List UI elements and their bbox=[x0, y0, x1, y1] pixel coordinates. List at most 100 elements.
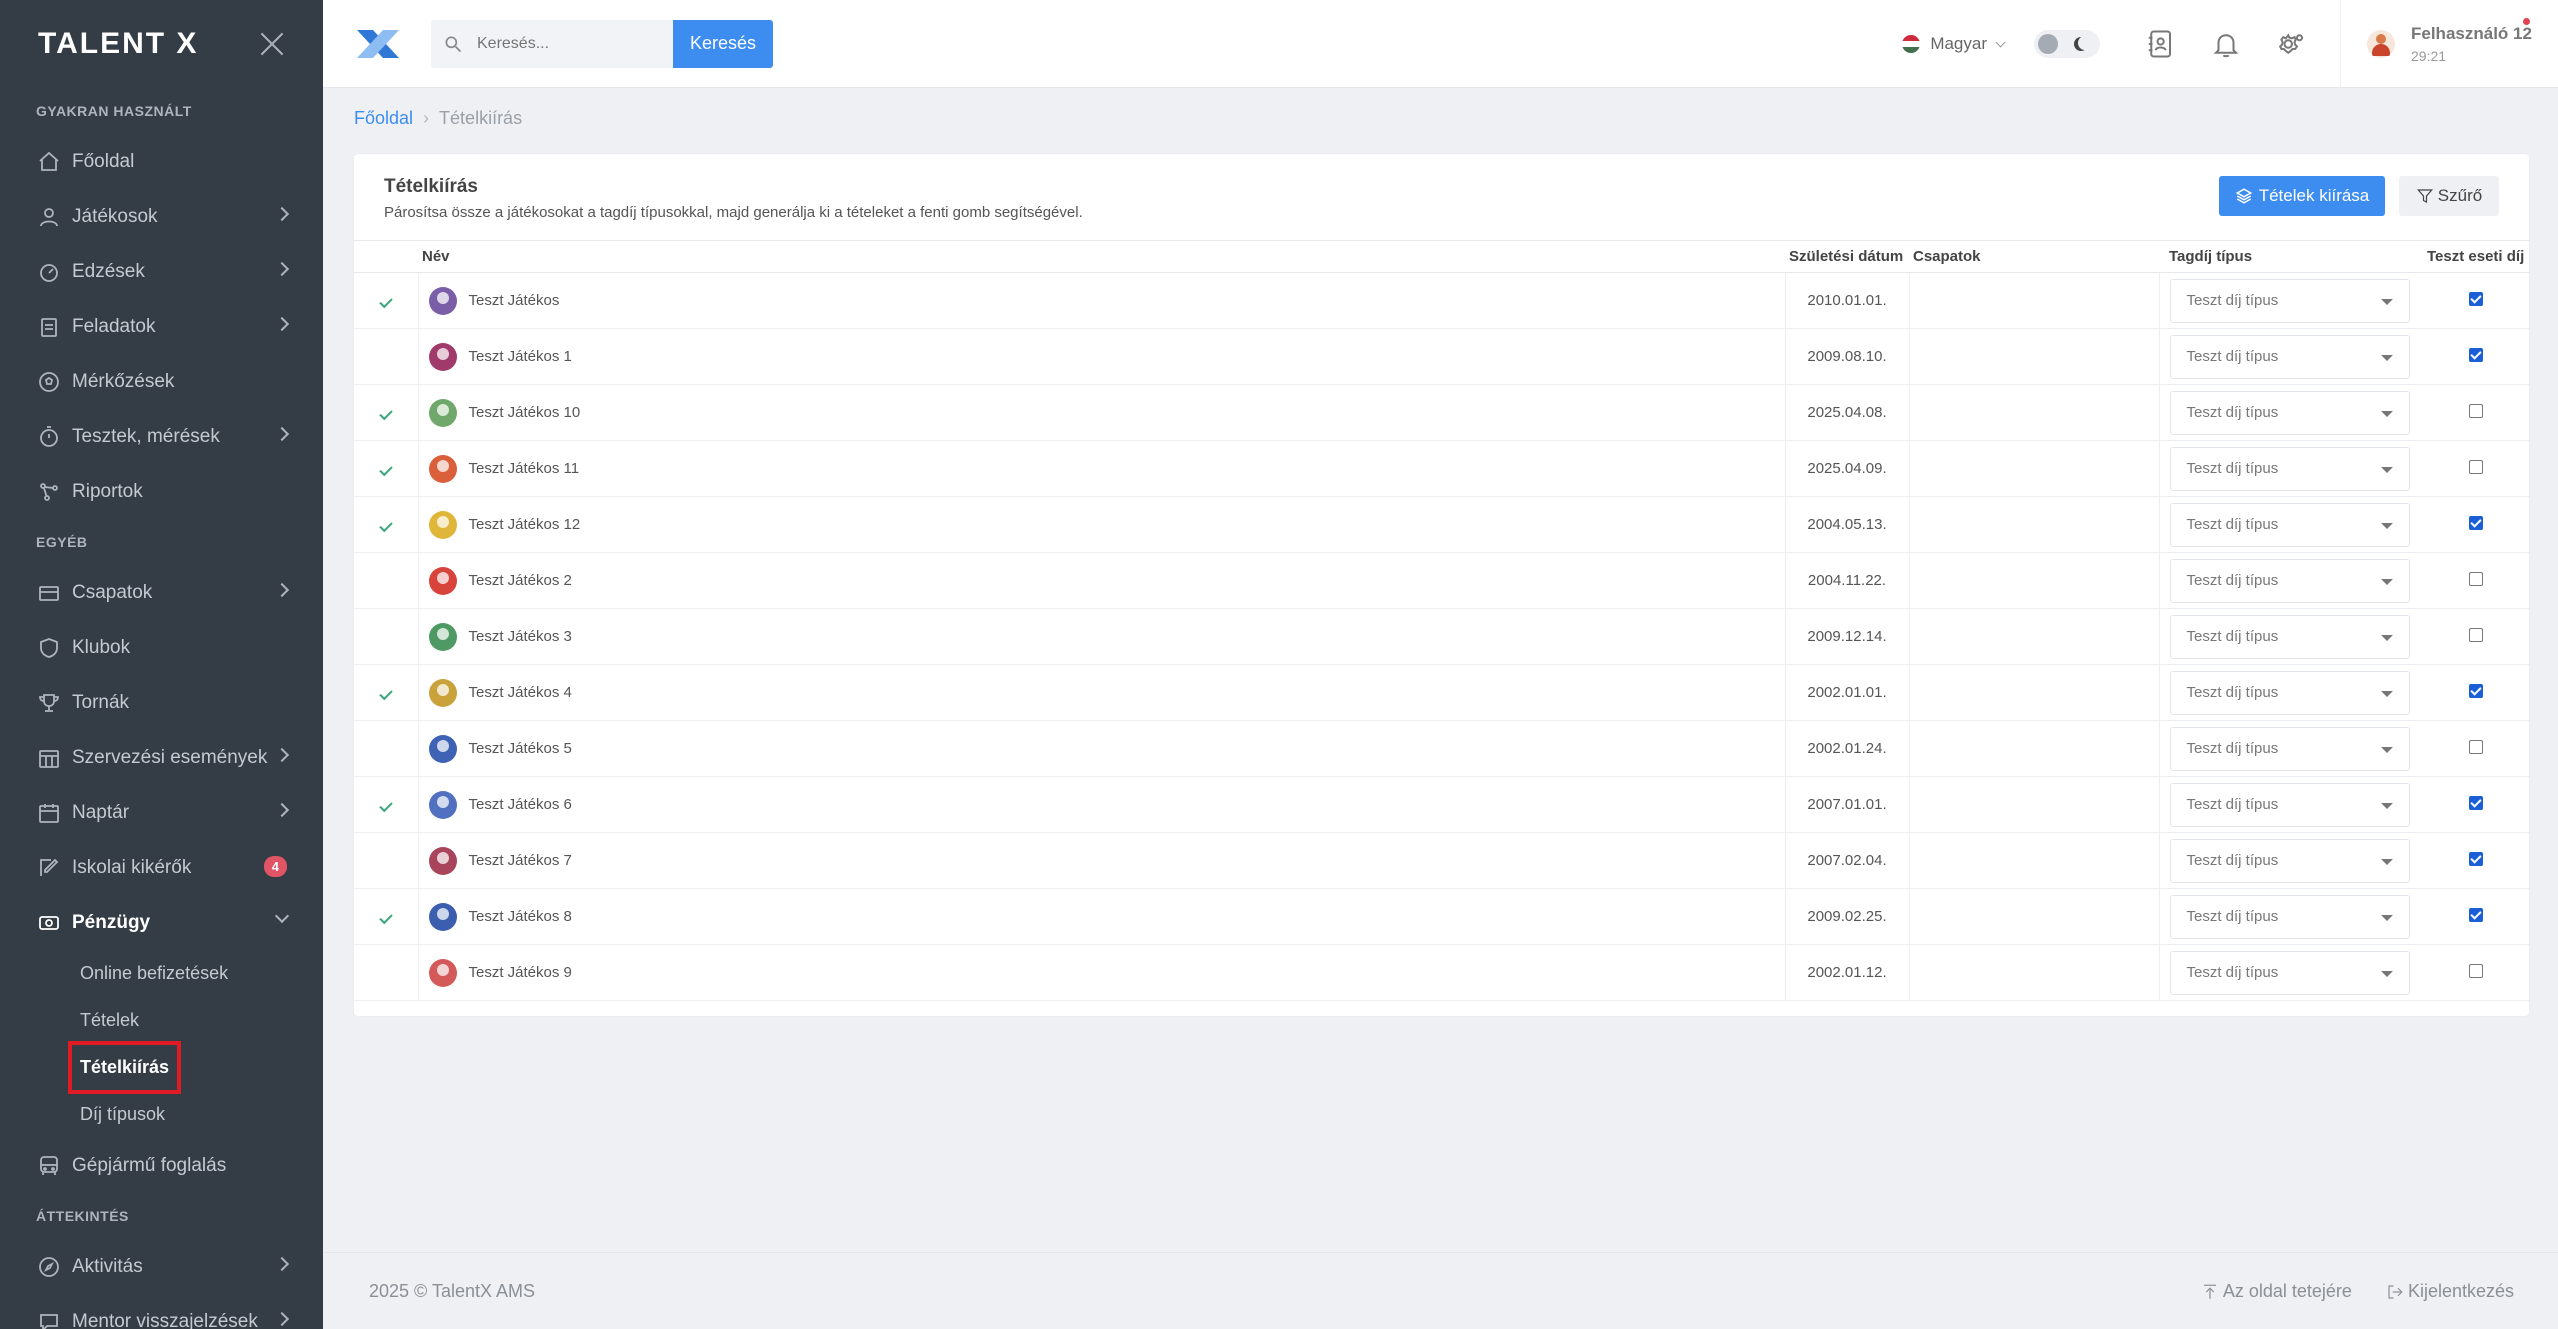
breadcrumb-home[interactable]: Főoldal bbox=[354, 108, 413, 129]
fee-type-select[interactable]: Teszt díj típus bbox=[2169, 894, 2410, 939]
sidebar-item-0-4[interactable]: Mérkőzések bbox=[0, 354, 323, 409]
fee-checkbox[interactable] bbox=[2469, 795, 2483, 810]
row-status-cell[interactable] bbox=[354, 552, 418, 609]
fee-type-select[interactable]: Teszt díj típus bbox=[2169, 838, 2410, 883]
table-row[interactable]: Teszt Játékos 2010.01.01. Teszt díj típus bbox=[354, 272, 2529, 329]
row-status-cell[interactable] bbox=[354, 944, 418, 1001]
language-selector[interactable]: Magyar bbox=[1902, 34, 2006, 54]
sidebar-item-1-5[interactable]: Iskolai kikérők 4 bbox=[0, 840, 323, 895]
table-row[interactable]: Teszt Játékos 7 2007.02.04. Teszt díj típu… bbox=[354, 832, 2529, 889]
table-row[interactable]: Teszt Játékos 12 2004.05.13. Teszt díj típ… bbox=[354, 496, 2529, 553]
filter-button[interactable]: Szűrő bbox=[2399, 176, 2499, 216]
fee-type-select[interactable]: Teszt díj típus bbox=[2169, 558, 2410, 603]
fee-checkbox[interactable] bbox=[2469, 963, 2483, 978]
sidebar-item-1-1[interactable]: Klubok bbox=[0, 620, 323, 675]
table-row[interactable]: Teszt Játékos 6 2007.01.01. Teszt díj típu… bbox=[354, 776, 2529, 833]
fee-type-select[interactable]: Teszt díj típus bbox=[2169, 726, 2410, 771]
app-mark-icon[interactable] bbox=[353, 24, 403, 64]
scroll-top-link[interactable]: Az oldal tetejére bbox=[2201, 1281, 2352, 1302]
sidebar-item-0-1[interactable]: Játékosok bbox=[0, 189, 323, 244]
search-box bbox=[431, 19, 673, 68]
fee-type-select[interactable]: Teszt díj típus bbox=[2169, 446, 2410, 491]
search-input[interactable] bbox=[477, 34, 657, 53]
generate-items-button[interactable]: Tételek kiírása bbox=[2219, 176, 2385, 216]
table-row[interactable]: Teszt Játékos 11 2025.04.09. Teszt díj típ… bbox=[354, 440, 2529, 497]
row-status-cell[interactable] bbox=[354, 272, 418, 329]
row-status-cell[interactable] bbox=[354, 776, 418, 833]
fee-checkbox[interactable] bbox=[2469, 739, 2483, 754]
table-row[interactable]: Teszt Játékos 3 2009.12.14. Teszt díj típu… bbox=[354, 608, 2529, 665]
hungarian-flag-icon bbox=[1902, 35, 1921, 53]
row-status-cell[interactable] bbox=[354, 664, 418, 721]
fee-type-select[interactable]: Teszt díj típus bbox=[2169, 278, 2410, 323]
fee-checkbox[interactable] bbox=[2469, 627, 2483, 642]
table-row[interactable]: Teszt Játékos 9 2002.01.12. Teszt díj típu… bbox=[354, 944, 2529, 1001]
sidebar-item-1-6[interactable]: Pénzügy bbox=[0, 895, 323, 950]
row-status-cell[interactable] bbox=[354, 328, 418, 385]
sidebar-item-0-0[interactable]: Főoldal bbox=[0, 134, 323, 189]
close-icon[interactable] bbox=[259, 31, 285, 57]
fee-type-select[interactable]: Teszt díj típus bbox=[2169, 502, 2410, 547]
column-fee-type[interactable]: Tagdíj típus bbox=[2159, 240, 2423, 273]
row-status-cell[interactable] bbox=[354, 888, 418, 945]
fee-type-select[interactable]: Teszt díj típus bbox=[2169, 950, 2410, 995]
search-button[interactable]: Keresés bbox=[673, 19, 773, 68]
fee-checkbox[interactable] bbox=[2469, 571, 2483, 586]
fee-checkbox[interactable] bbox=[2469, 515, 2483, 530]
sidebar-item-0-3[interactable]: Feladatok bbox=[0, 299, 323, 354]
fee-checkbox[interactable] bbox=[2469, 851, 2483, 866]
sidebar-item-1-2[interactable]: Tornák bbox=[0, 675, 323, 730]
fee-checkbox[interactable] bbox=[2469, 291, 2483, 306]
sidebar-item-1-3[interactable]: Szervezési események bbox=[0, 730, 323, 785]
row-status-cell[interactable] bbox=[354, 384, 418, 441]
column-dob[interactable]: Születési dátum bbox=[1785, 240, 1909, 273]
table-row[interactable]: Teszt Játékos 1 2009.08.10. Teszt díj típu… bbox=[354, 328, 2529, 385]
fee-type-select[interactable]: Teszt díj típus bbox=[2169, 614, 2410, 659]
row-status-cell[interactable] bbox=[354, 440, 418, 497]
fee-type-select[interactable]: Teszt díj típus bbox=[2169, 782, 2410, 827]
fee-checkbox[interactable] bbox=[2469, 683, 2483, 698]
row-status-cell[interactable] bbox=[354, 832, 418, 889]
sidebar-subitem-2[interactable]: Tételkiírás bbox=[0, 1041, 323, 1094]
fee-checkbox[interactable] bbox=[2469, 459, 2483, 474]
sidebar-item-label: Aktivitás bbox=[72, 1255, 143, 1277]
sidebar-item-0-2[interactable]: Edzések bbox=[0, 244, 323, 299]
fee-type-value: Teszt díj típus bbox=[2186, 460, 2279, 477]
fee-type-select[interactable]: Teszt díj típus bbox=[2169, 390, 2410, 435]
fee-checkbox[interactable] bbox=[2469, 403, 2483, 418]
row-status-cell[interactable] bbox=[354, 608, 418, 665]
column-name[interactable]: Név bbox=[418, 240, 1785, 273]
theme-toggle[interactable] bbox=[2034, 30, 2100, 58]
column-fee[interactable]: Teszt eseti díj bbox=[2423, 240, 2529, 273]
table-row[interactable]: Teszt Játékos 5 2002.01.24. Teszt díj típu… bbox=[354, 720, 2529, 777]
fee-checkbox[interactable] bbox=[2469, 347, 2483, 362]
user-menu[interactable]: Felhasználó 12 29:21 bbox=[2340, 0, 2558, 88]
row-status-cell[interactable] bbox=[354, 496, 418, 553]
notifications-button[interactable] bbox=[2208, 26, 2244, 62]
column-teams[interactable]: Csapatok bbox=[1909, 240, 2159, 273]
sidebar-item-3-0[interactable]: Aktivitás bbox=[0, 1239, 323, 1294]
table-row[interactable]: Teszt Játékos 10 2025.04.08. Teszt díj típ… bbox=[354, 384, 2529, 441]
table-row[interactable]: Teszt Játékos 4 2002.01.01. Teszt díj típu… bbox=[354, 664, 2529, 721]
fee-checkbox[interactable] bbox=[2469, 907, 2483, 922]
table-row[interactable]: Teszt Játékos 8 2009.02.25. Teszt díj típu… bbox=[354, 888, 2529, 945]
sidebar-item-3-1[interactable]: Mentor visszajelzések bbox=[0, 1294, 323, 1329]
sidebar-item-vehicle[interactable]: Gépjármű foglalás bbox=[0, 1138, 323, 1193]
settings-button[interactable] bbox=[2274, 26, 2310, 62]
sidebar-subitem-3[interactable]: Díj típusok bbox=[0, 1091, 323, 1138]
row-status-cell[interactable] bbox=[354, 720, 418, 777]
avatar bbox=[428, 846, 457, 875]
sidebar-item-1-0[interactable]: Csapatok bbox=[0, 565, 323, 620]
sidebar-subitem-1[interactable]: Tételek bbox=[0, 997, 323, 1044]
fee-type-select[interactable]: Teszt díj típus bbox=[2169, 334, 2410, 379]
logout-link[interactable]: Kijelentkezés bbox=[2386, 1281, 2514, 1302]
sidebar-subitem-0[interactable]: Online befizetések bbox=[0, 950, 323, 997]
table-row[interactable]: Teszt Játékos 2 2004.11.22. Teszt díj típu… bbox=[354, 552, 2529, 609]
brand-logo[interactable]: TALENT X bbox=[38, 27, 198, 61]
sidebar-item-1-4[interactable]: Naptár bbox=[0, 785, 323, 840]
fee-type-select[interactable]: Teszt díj típus bbox=[2169, 670, 2410, 715]
language-label: Magyar bbox=[1930, 34, 1987, 53]
sidebar-item-0-6[interactable]: Riportok bbox=[0, 464, 323, 519]
sidebar-item-0-5[interactable]: Tesztek, mérések bbox=[0, 409, 323, 464]
contacts-button[interactable] bbox=[2142, 26, 2178, 62]
